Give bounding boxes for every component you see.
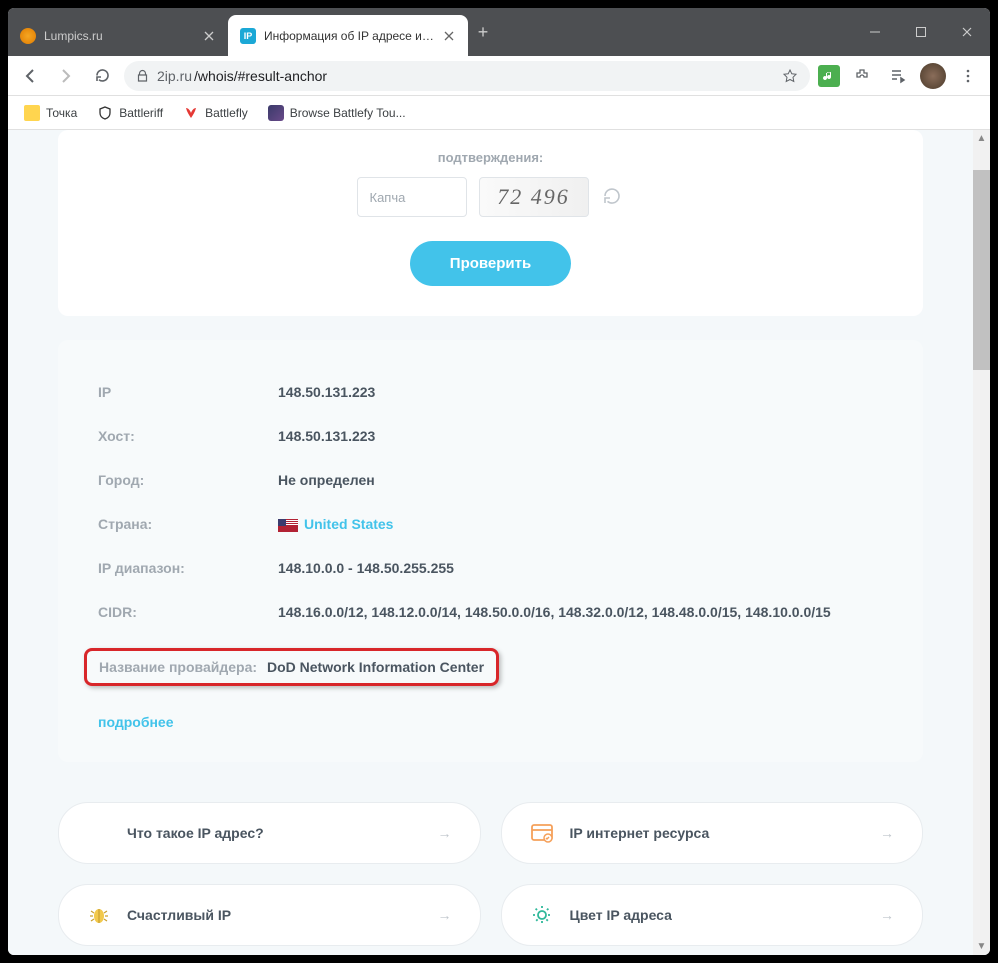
bookmark-label: Browse Battlefy Tou...: [290, 106, 406, 120]
refresh-captcha-icon[interactable]: [601, 185, 625, 209]
url-path: /whois/#result-anchor: [194, 68, 327, 84]
quick-label: IP интернет ресурса: [570, 825, 710, 841]
scroll-down-icon[interactable]: ▼: [973, 938, 990, 955]
bookmark-tochka[interactable]: Точка: [16, 101, 85, 125]
cidr-label: CIDR:: [98, 604, 278, 620]
bookmark-battlefly[interactable]: Battlefly: [175, 101, 256, 125]
scrollbar[interactable]: ▲ ▼: [973, 130, 990, 955]
minimize-button[interactable]: [852, 8, 898, 56]
ip-label: IP: [98, 384, 278, 400]
bug-icon: [87, 903, 111, 927]
new-tab-button[interactable]: +: [468, 8, 498, 56]
country-label: Страна:: [98, 516, 278, 532]
city-value: Не определен: [278, 472, 375, 488]
reload-button[interactable]: [88, 62, 116, 90]
confirm-label: подтверждения:: [98, 150, 883, 165]
tab-2ip[interactable]: IP Информация об IP адресе или: [228, 15, 468, 56]
bookmark-label: Battlefly: [205, 106, 248, 120]
bookmark-icon: [24, 105, 40, 121]
quick-icon: [87, 821, 111, 845]
maximize-button[interactable]: [898, 8, 944, 56]
host-label: Хост:: [98, 428, 278, 444]
arrow-icon: →: [438, 907, 452, 923]
toolbar: 2ip.ru/whois/#result-anchor: [8, 56, 990, 96]
menu-icon[interactable]: [954, 62, 982, 90]
country-value[interactable]: United States: [278, 516, 393, 532]
quick-ip-resource[interactable]: IP интернет ресурса →: [501, 802, 924, 864]
provider-value: DoD Network Information Center: [267, 659, 484, 675]
tab-lumpics[interactable]: Lumpics.ru: [8, 15, 228, 56]
lock-icon: [136, 69, 149, 82]
tab-title: Lumpics.ru: [44, 29, 194, 43]
whois-form-card: подтверждения: 72 496 Проверить: [58, 130, 923, 316]
close-window-button[interactable]: [944, 8, 990, 56]
quick-label: Цвет IP адреса: [570, 907, 672, 923]
captcha-image: 72 496: [479, 177, 589, 217]
forward-button[interactable]: [52, 62, 80, 90]
tab-title: Информация об IP адресе или: [264, 29, 434, 43]
address-bar[interactable]: 2ip.ru/whois/#result-anchor: [124, 61, 810, 91]
shield-icon: [97, 105, 113, 121]
bookmarks-bar: Точка Battleriff Battlefly Browse Battle…: [8, 96, 990, 130]
browser-window: Lumpics.ru IP Информация об IP адресе ил…: [8, 8, 990, 955]
scroll-up-icon[interactable]: ▲: [973, 130, 990, 147]
more-link[interactable]: подробнее: [98, 714, 174, 730]
avatar[interactable]: [920, 63, 946, 89]
arrow-icon: →: [880, 907, 894, 923]
range-value: 148.10.0.0 - 148.50.255.255: [278, 560, 454, 576]
check-button[interactable]: Проверить: [410, 241, 571, 286]
url-host: 2ip.ru: [157, 68, 192, 84]
scroll-thumb[interactable]: [973, 170, 990, 370]
music-extension-icon[interactable]: [818, 65, 840, 87]
browser-icon: [530, 821, 554, 845]
window-controls: [852, 8, 990, 56]
bookmark-icon: [183, 105, 199, 121]
media-icon[interactable]: [884, 62, 912, 90]
city-label: Город:: [98, 472, 278, 488]
bookmark-label: Battleriff: [119, 106, 163, 120]
bookmark-battlefy[interactable]: Browse Battlefy Tou...: [260, 101, 414, 125]
cidr-value: 148.16.0.0/12, 148.12.0.0/14, 148.50.0.0…: [278, 604, 831, 620]
bookmark-label: Точка: [46, 106, 77, 120]
quick-label: Счастливый IP: [127, 907, 231, 923]
quick-label: Что такое IP адрес?: [127, 825, 264, 841]
tab-favicon: IP: [240, 28, 256, 44]
page-content: подтверждения: 72 496 Проверить IP148.50…: [8, 130, 973, 955]
quick-ip-color[interactable]: Цвет IP адреса →: [501, 884, 924, 946]
extensions-icon[interactable]: [848, 62, 876, 90]
tab-favicon: [20, 28, 36, 44]
range-label: IP диапазон:: [98, 560, 278, 576]
provider-highlight: Название провайдера:DoD Network Informat…: [84, 648, 499, 686]
ip-value: 148.50.131.223: [278, 384, 375, 400]
close-icon[interactable]: [442, 29, 456, 43]
star-icon[interactable]: [782, 68, 798, 84]
quick-lucky-ip[interactable]: Счастливый IP →: [58, 884, 481, 946]
results-card: IP148.50.131.223 Хост:148.50.131.223 Гор…: [58, 340, 923, 762]
provider-label: Название провайдера:: [99, 659, 267, 675]
arrow-icon: →: [880, 825, 894, 841]
titlebar: Lumpics.ru IP Информация об IP адресе ил…: [8, 8, 990, 56]
quick-what-is-ip[interactable]: Что такое IP адрес? →: [58, 802, 481, 864]
bookmark-battleriff[interactable]: Battleriff: [89, 101, 171, 125]
captcha-input[interactable]: [357, 177, 467, 217]
bookmark-icon: [268, 105, 284, 121]
arrow-icon: →: [438, 825, 452, 841]
quick-links-grid: Что такое IP адрес? → IP интернет ресурс…: [58, 802, 923, 946]
flag-icon: [278, 519, 298, 532]
host-value: 148.50.131.223: [278, 428, 375, 444]
gear-icon: [530, 903, 554, 927]
back-button[interactable]: [16, 62, 44, 90]
close-icon[interactable]: [202, 29, 216, 43]
